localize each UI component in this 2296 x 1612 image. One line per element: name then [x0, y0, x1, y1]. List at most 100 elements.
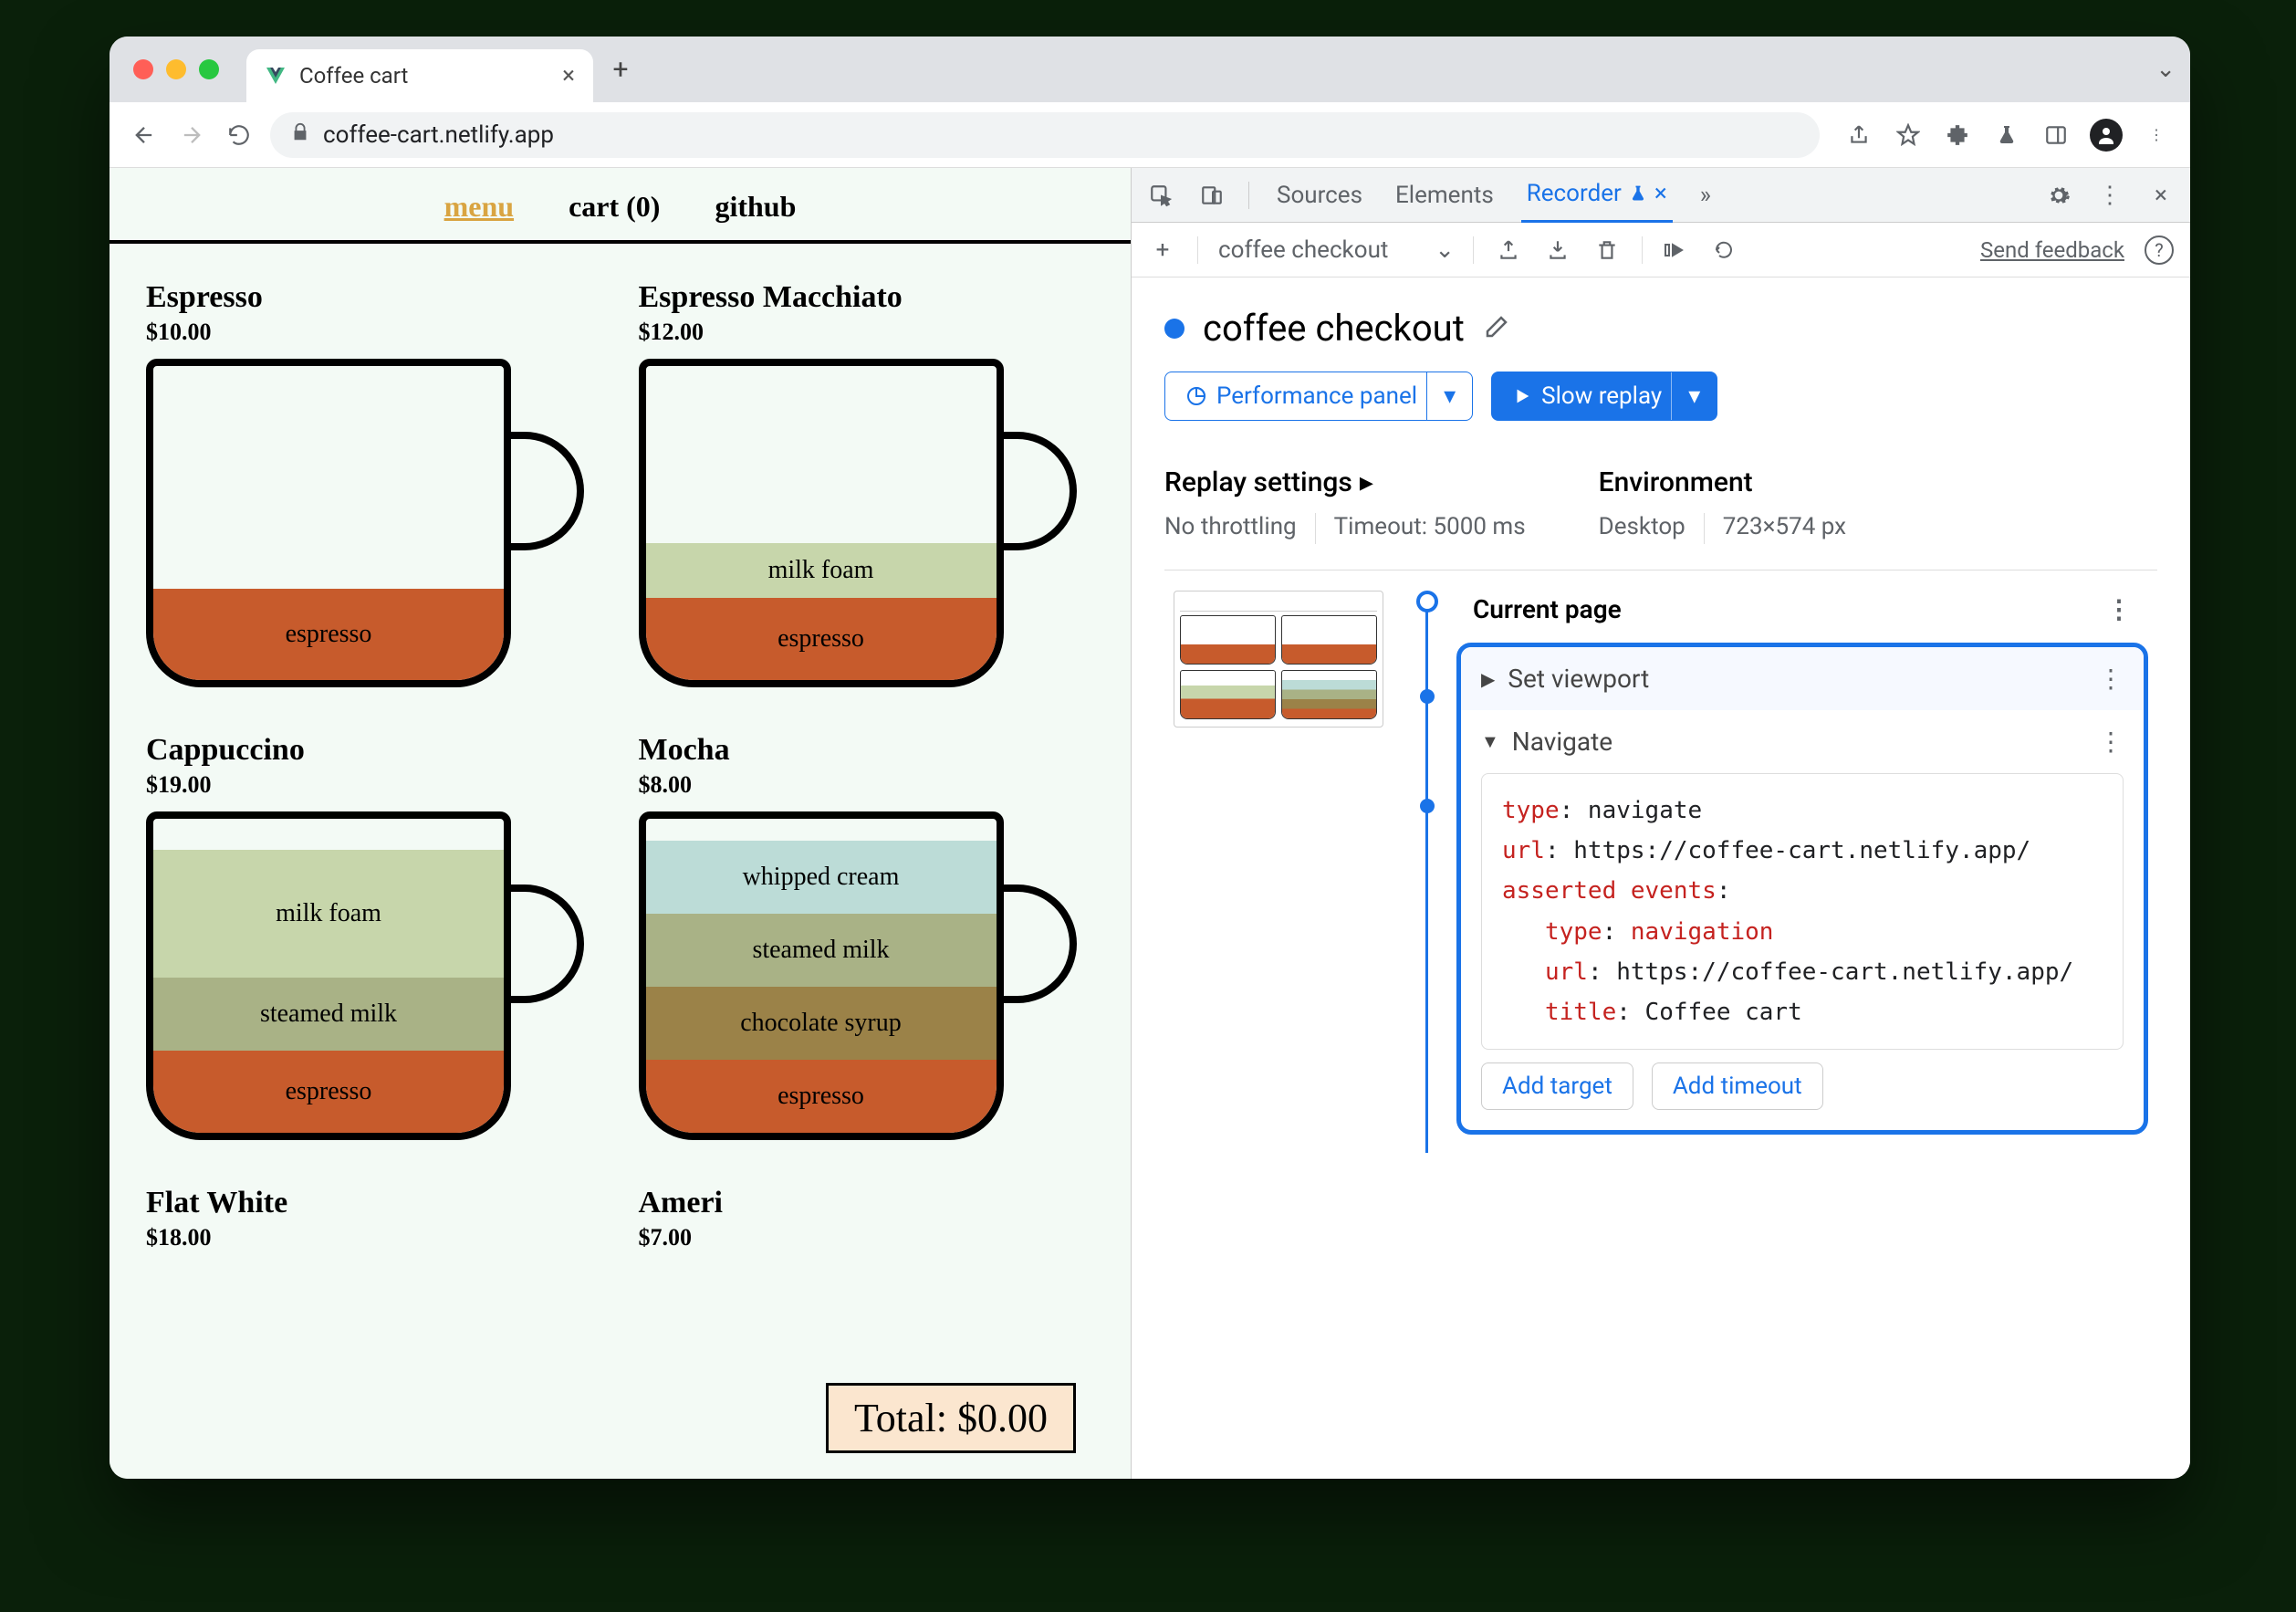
- tabs-overflow-icon[interactable]: »: [1695, 169, 1717, 222]
- throttle-value: No throttling: [1164, 513, 1297, 544]
- close-window-button[interactable]: [133, 59, 153, 79]
- kebab-menu-icon[interactable]: ⋮: [2141, 120, 2172, 151]
- timeline: Current page ⋮ ▶Set viewport ⋮ ▼Navigate…: [1164, 570, 2157, 1153]
- product-mocha[interactable]: Mocha $8.00 whipped cream steamed milk c…: [639, 733, 1095, 1158]
- settings-icon[interactable]: [2044, 181, 2073, 210]
- env-viewport: 723×574 px: [1723, 513, 1846, 544]
- product-price: $10.00: [146, 319, 602, 346]
- performance-panel-button[interactable]: Performance panel ▾: [1164, 372, 1473, 421]
- url-text: coffee-cart.netlify.app: [323, 121, 554, 149]
- product-macchiato[interactable]: Espresso Macchiato $12.00 milk foam espr…: [639, 280, 1095, 706]
- collapse-icon: ▶: [1481, 668, 1495, 690]
- kebab-icon[interactable]: ⋮: [2095, 181, 2124, 210]
- step-set-viewport[interactable]: ▶Set viewport ⋮: [1461, 647, 2144, 710]
- inspect-icon[interactable]: [1146, 181, 1175, 210]
- minimize-window-button[interactable]: [166, 59, 186, 79]
- cart-total-badge[interactable]: Total: $0.00: [826, 1383, 1076, 1453]
- replay-settings-section[interactable]: Replay settings ▸ No throttling Timeout:…: [1164, 466, 1526, 544]
- product-name: Flat White: [146, 1186, 602, 1220]
- step-navigate-details: type: navigate url: https://coffee-cart.…: [1461, 773, 2144, 1130]
- delete-icon[interactable]: [1592, 236, 1622, 265]
- more-icon[interactable]: ⋮: [2098, 664, 2124, 694]
- recorder-body: coffee checkout Performance panel ▾ Slow…: [1132, 277, 2190, 1479]
- toolbar-right: ⋮: [1843, 119, 2172, 152]
- profile-avatar[interactable]: [2090, 119, 2123, 152]
- new-recording-icon[interactable]: +: [1148, 236, 1177, 265]
- new-tab-button[interactable]: +: [602, 51, 639, 88]
- recording-title: coffee checkout: [1203, 307, 1465, 350]
- forward-button[interactable]: [175, 119, 208, 152]
- product-espresso[interactable]: Espresso $10.00 espresso: [146, 280, 602, 706]
- close-tab-icon[interactable]: ×: [562, 62, 575, 89]
- close-devtools-icon[interactable]: ×: [2146, 181, 2176, 210]
- product-price: $19.00: [146, 771, 602, 799]
- chevron-right-icon: ▸: [1360, 466, 1373, 498]
- layer-steamed: steamed milk: [153, 978, 504, 1051]
- layer-espresso: espresso: [646, 598, 997, 680]
- add-timeout-button[interactable]: Add timeout: [1652, 1062, 1823, 1110]
- layer-espresso: espresso: [153, 1051, 504, 1133]
- maximize-window-button[interactable]: [199, 59, 219, 79]
- import-icon[interactable]: [1543, 236, 1572, 265]
- sidepanel-icon[interactable]: [2040, 120, 2072, 151]
- product-name: Ameri: [639, 1186, 1095, 1220]
- devtools-panel: Sources Elements Recorder × » ⋮ × + coff…: [1132, 168, 2190, 1479]
- share-icon[interactable]: [1843, 120, 1874, 151]
- add-target-button[interactable]: Add target: [1481, 1062, 1633, 1110]
- address-bar: coffee-cart.netlify.app ⋮: [110, 102, 2190, 168]
- send-feedback-link[interactable]: Send feedback: [1980, 237, 2124, 263]
- flask-icon: [1629, 184, 1647, 203]
- star-icon[interactable]: [1893, 120, 1924, 151]
- record-status-icon: [1164, 319, 1185, 339]
- product-flatwhite[interactable]: Flat White $18.00: [146, 1186, 602, 1251]
- product-name: Cappuccino: [146, 733, 602, 768]
- browser-window: Coffee cart × + ⌄ coffee-cart.netlify.ap…: [110, 37, 2190, 1479]
- tabs-overflow-icon[interactable]: ⌄: [2155, 56, 2176, 83]
- edit-icon[interactable]: [1483, 307, 1510, 350]
- product-cappuccino[interactable]: Cappuccino $19.00 milk foam steamed milk…: [146, 733, 602, 1158]
- devtools-tabs: Sources Elements Recorder × » ⋮ ×: [1132, 168, 2190, 223]
- product-americano[interactable]: Ameri $7.00: [639, 1186, 1095, 1251]
- more-icon[interactable]: ⋮: [2098, 727, 2124, 757]
- reload-button[interactable]: [223, 119, 256, 152]
- layer-espresso: espresso: [153, 589, 504, 680]
- help-icon[interactable]: ?: [2145, 236, 2174, 265]
- timeline-thumbnail[interactable]: [1174, 591, 1383, 727]
- nav-cart[interactable]: cart (0): [569, 190, 660, 224]
- recording-select[interactable]: coffee checkout ⌄: [1218, 236, 1474, 264]
- step-over-icon[interactable]: [1663, 236, 1692, 265]
- content-split: menu cart (0) github Espresso $10.00 esp…: [110, 168, 2190, 1479]
- step-current-page[interactable]: Current page ⋮: [1456, 589, 2148, 630]
- tab-sources[interactable]: Sources: [1271, 169, 1368, 222]
- step-code: type: navigate url: https://coffee-cart.…: [1481, 773, 2124, 1050]
- extensions-icon[interactable]: [1942, 120, 1973, 151]
- layer-milkfoam: milk foam: [153, 850, 504, 978]
- back-button[interactable]: [128, 119, 161, 152]
- slow-replay-button[interactable]: Slow replay ▾: [1491, 372, 1717, 421]
- nav-menu[interactable]: menu: [444, 190, 514, 224]
- product-price: $18.00: [146, 1224, 602, 1251]
- product-grid: Espresso $10.00 espresso Espresso Macchi…: [110, 244, 1131, 1251]
- chevron-down-icon[interactable]: ▾: [1671, 372, 1717, 420]
- layer-espresso: espresso: [646, 1060, 997, 1133]
- nav-github[interactable]: github: [715, 190, 796, 224]
- tab-elements[interactable]: Elements: [1390, 169, 1499, 222]
- vue-favicon-icon: [265, 65, 287, 87]
- expand-icon: ▼: [1481, 730, 1499, 753]
- layer-milkfoam: milk foam: [646, 543, 997, 598]
- tab-recorder[interactable]: Recorder ×: [1521, 167, 1673, 223]
- chevron-down-icon[interactable]: ▾: [1426, 372, 1472, 420]
- continue-icon[interactable]: [1712, 236, 1741, 265]
- device-toggle-icon[interactable]: [1197, 181, 1226, 210]
- timeout-value: Timeout: 5000 ms: [1334, 513, 1526, 544]
- more-icon[interactable]: ⋮: [2106, 594, 2132, 624]
- url-field[interactable]: coffee-cart.netlify.app: [270, 112, 1820, 158]
- close-panel-icon[interactable]: ×: [1654, 180, 1667, 207]
- labs-icon[interactable]: [1991, 120, 2022, 151]
- product-name: Espresso Macchiato: [639, 280, 1095, 315]
- browser-tab[interactable]: Coffee cart ×: [246, 49, 593, 102]
- export-icon[interactable]: [1494, 236, 1523, 265]
- product-name: Espresso: [146, 280, 602, 315]
- titlebar: Coffee cart × + ⌄: [110, 37, 2190, 102]
- step-navigate[interactable]: ▼Navigate ⋮: [1461, 710, 2144, 773]
